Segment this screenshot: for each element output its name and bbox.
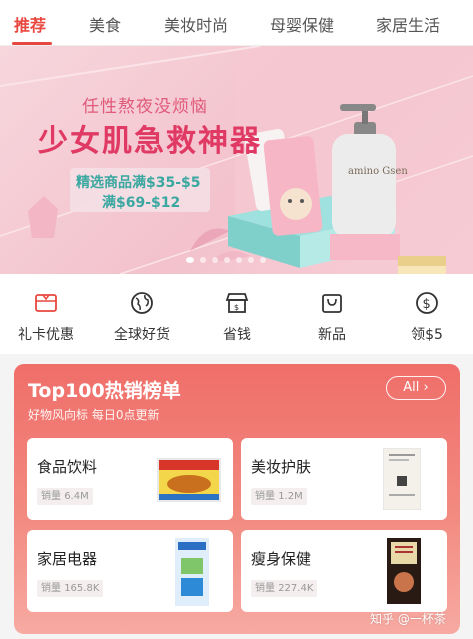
view-all-button[interactable]: All › [386,376,446,400]
promo-line-1: 精选商品满$35-$5 [76,175,201,191]
category-name: 食品饮料 [37,458,98,476]
beauty-product-image [383,448,421,510]
globe-icon [131,292,153,314]
promo-line-2: 满$69-$12 [102,195,181,211]
tab-mother-baby[interactable]: 母婴保健 [270,12,334,36]
banner-title: 少女肌急救神器 [38,124,262,159]
svg-text:$: $ [234,303,239,312]
quick-link-label: 礼卡优惠 [18,327,74,343]
category-name: 美妆护肤 [251,458,312,476]
tab-food[interactable]: 美食 [89,12,121,36]
quick-link-claim-5[interactable]: $ 领$5 [387,290,467,344]
sales-badge: 销量 1.2M [251,488,307,505]
quick-link-label: 全球好货 [114,327,170,343]
svg-text:$: $ [423,297,431,312]
top100-title: Top100热销榜单 [28,380,181,402]
category-name: 瘦身保健 [251,550,312,568]
pagination-dot [224,257,230,263]
category-tab-bar: 推荐 美食 美妆时尚 母婴保健 家居生活 [0,0,473,46]
pagination-dot [236,257,242,263]
category-card-food[interactable]: 食品饮料 销量 6.4M [27,438,233,520]
category-card-beauty[interactable]: 美妆护肤 销量 1.2M [241,438,447,520]
quick-links-row: 礼卡优惠 全球好货 $ 省钱 新品 $ 领$5 [0,274,473,354]
quick-link-gift-card[interactable]: 礼卡优惠 [6,290,86,344]
gift-card-icon [35,294,57,312]
tab-recommend[interactable]: 推荐 [14,12,46,36]
quick-link-global[interactable]: 全球好货 [102,290,182,344]
tab-home-living[interactable]: 家居生活 [376,12,440,36]
sales-badge: 销量 6.4M [37,488,93,505]
quick-link-label: 领$5 [411,327,443,343]
quick-link-new[interactable]: 新品 [292,290,372,344]
pagination-dot [248,257,254,263]
food-product-image [157,458,221,502]
quick-link-label: 新品 [318,327,346,343]
quick-link-save-money[interactable]: $ 省钱 [197,290,277,344]
pagination-dot-active [186,257,194,263]
active-tab-indicator [12,42,52,45]
banner-subtitle: 任性熬夜没烦恼 [82,97,208,117]
top100-subtitle: 好物风向标 每日0点更新 [28,408,160,422]
sales-badge: 销量 165.8K [37,580,104,597]
category-card-slimming[interactable]: 瘦身保健 销量 227.4K [241,530,447,612]
pagination-dot [200,257,206,263]
new-bag-icon [322,294,342,313]
quick-link-label: 省钱 [223,327,251,343]
appliance-product-image [175,538,209,606]
category-name: 家居电器 [37,550,98,568]
dollar-coin-icon: $ [416,292,438,314]
category-card-appliances[interactable]: 家居电器 销量 165.8K [27,530,233,612]
slimming-product-image [387,538,421,604]
pagination-dot [212,257,218,263]
watermark: 知乎 @一杯茶 [370,612,446,626]
banner-illustration: amino Gsen [0,46,473,274]
promo-banner[interactable]: amino Gsen 任性熬夜没烦恼 少女肌急救神器 精选商品满$35-$5 满… [0,46,473,274]
store-icon: $ [225,293,249,313]
top100-panel: Top100热销榜单 好物风向标 每日0点更新 All › 食品饮料 销量 6.… [14,364,460,634]
svg-text:amino Gsen: amino Gsen [348,166,408,177]
sales-badge: 销量 227.4K [251,580,318,597]
pagination-dot [260,257,266,263]
tab-beauty-fashion[interactable]: 美妆时尚 [164,12,228,36]
